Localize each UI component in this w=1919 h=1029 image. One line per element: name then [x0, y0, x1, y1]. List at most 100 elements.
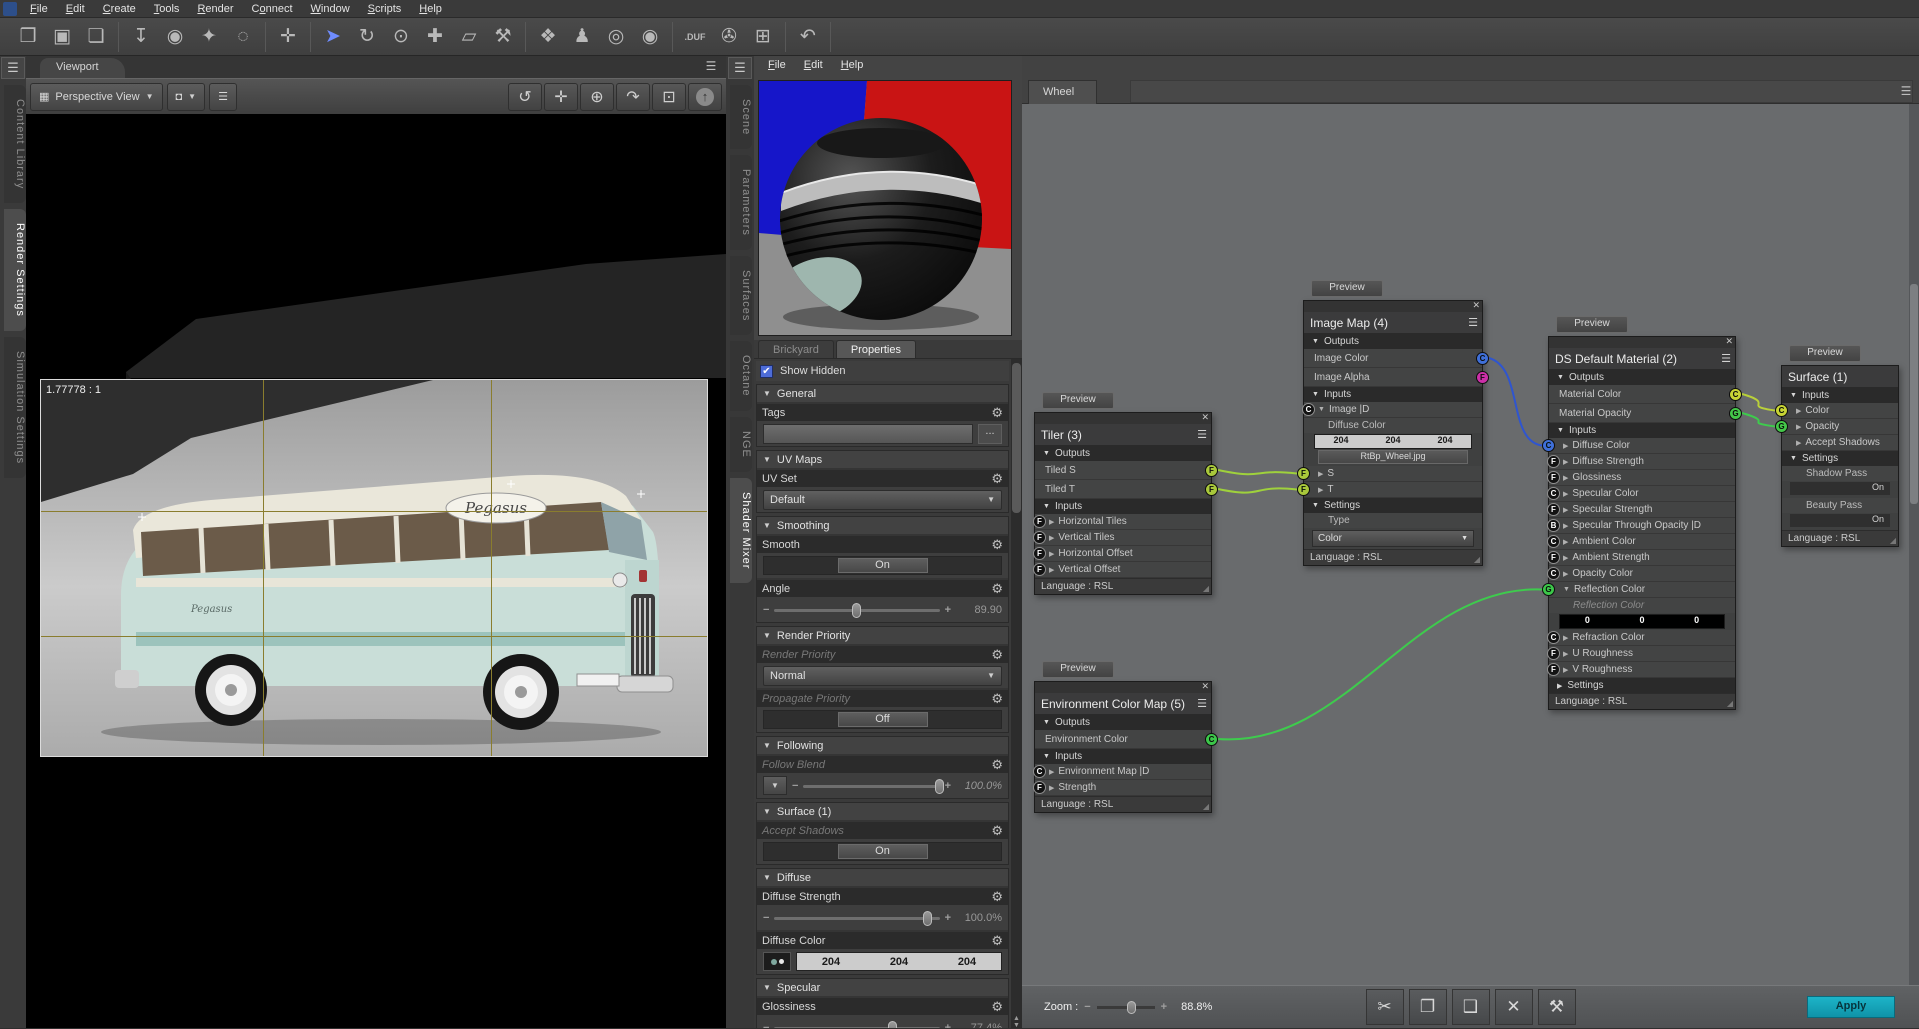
section-header[interactable]: ▼ Smoothing: [757, 517, 1008, 534]
node-menu-icon[interactable]: ☰: [1197, 428, 1207, 441]
node-section-inputs[interactable]: ▼ Inputs: [1035, 499, 1211, 514]
input-connector[interactable]: C: [1033, 765, 1046, 778]
cut-icon[interactable]: ✂: [1365, 989, 1404, 1025]
open-scene-icon[interactable]: ❒: [11, 22, 45, 52]
param-dropdown[interactable]: Normal ▼: [763, 665, 1002, 686]
paste-icon[interactable]: ❑: [1451, 989, 1490, 1025]
gear-icon[interactable]: ⚙: [991, 471, 1003, 487]
scale-tool-icon[interactable]: ▱: [452, 22, 486, 52]
node-title[interactable]: Image Map (4) ☰: [1304, 312, 1482, 334]
input-connector[interactable]: C: [1302, 403, 1315, 416]
node-section-settings[interactable]: ▶ Settings: [1549, 678, 1735, 693]
menu-render[interactable]: Render: [189, 2, 241, 16]
section-header[interactable]: ▼ UV Maps: [757, 451, 1008, 468]
spot-render-tool-icon[interactable]: ◉: [633, 22, 667, 52]
menu-scripts[interactable]: Scripts: [360, 2, 410, 16]
render-icon[interactable]: ✇: [712, 22, 746, 52]
node-section-outputs[interactable]: ▼ Outputs: [1035, 715, 1211, 730]
viewport-options-icon[interactable]: ☰: [209, 82, 237, 111]
node-preview-button[interactable]: Preview: [1042, 392, 1114, 409]
editor-scrollbar[interactable]: [1909, 104, 1919, 985]
node-surface[interactable]: Surface (1) ▼ Inputs C ▶ Color G ▶ Opacity ▶ Accep…: [1775, 365, 1899, 547]
node-dropdown[interactable]: Color ▼: [1312, 530, 1474, 547]
viewport-canvas[interactable]: 1.77778 : 1 Pegasus Pegasus: [26, 114, 726, 1028]
param-slider[interactable]: [774, 1020, 940, 1028]
menu-connect[interactable]: Connect: [244, 2, 301, 16]
section-header[interactable]: ▼ Surface (1): [757, 803, 1008, 820]
resize-grip-icon[interactable]: ◢: [1890, 536, 1896, 545]
slider-thumb[interactable]: [934, 778, 944, 794]
menu-file[interactable]: File: [22, 2, 56, 16]
output-connector[interactable]: F: [1205, 482, 1218, 496]
apply-button[interactable]: Apply: [1807, 996, 1895, 1018]
input-connector[interactable]: C: [1547, 487, 1560, 500]
zoom-slider[interactable]: [1096, 1001, 1155, 1014]
param-slider[interactable]: [774, 910, 940, 926]
active-pose-tool-icon[interactable]: ⊙: [384, 22, 418, 52]
color-swatch[interactable]: 204 204 204: [796, 952, 1002, 971]
node-section-outputs[interactable]: ▼ Outputs: [1304, 334, 1482, 349]
close-icon[interactable]: ✕: [1201, 412, 1209, 423]
output-connector[interactable]: G: [1729, 406, 1742, 420]
gear-icon[interactable]: ⚙: [991, 757, 1003, 773]
dock-tab-surfaces[interactable]: Surfaces: [730, 256, 752, 336]
node-color-swatch[interactable]: 0 0 0: [1559, 614, 1725, 629]
slider-thumb[interactable]: [852, 602, 861, 618]
slider-minus[interactable]: −: [763, 1022, 769, 1029]
figure-selection-tool-icon[interactable]: ♟: [565, 22, 599, 52]
input-connector[interactable]: C: [1547, 631, 1560, 644]
node-title[interactable]: Environment Color Map (5) ☰: [1035, 693, 1211, 715]
render-new-window-icon[interactable]: ⊞: [746, 22, 780, 52]
param-slider[interactable]: [774, 602, 940, 618]
node-section-outputs[interactable]: ▼ Outputs: [1549, 370, 1735, 385]
texture-map-icon[interactable]: [763, 952, 791, 971]
copy-icon[interactable]: ❐: [1408, 989, 1447, 1025]
view-selector-dropdown[interactable]: ▦ Perspective View ▼: [30, 82, 163, 111]
node-title[interactable]: DS Default Material (2) ☰: [1549, 348, 1735, 370]
input-connector[interactable]: F: [1297, 483, 1310, 496]
resize-grip-icon[interactable]: ◢: [1727, 699, 1733, 708]
slider-thumb[interactable]: [888, 1020, 898, 1028]
import-file-icon[interactable]: ↧: [124, 22, 158, 52]
gear-icon[interactable]: ⚙: [991, 647, 1003, 663]
joint-editor-tool-icon[interactable]: ⚒: [486, 22, 520, 52]
node-menu-icon[interactable]: ☰: [1468, 316, 1478, 329]
zoom-icon[interactable]: ⊕: [580, 82, 614, 111]
node-menu-icon[interactable]: ☰: [1721, 352, 1731, 365]
resize-grip-icon[interactable]: ◢: [1203, 802, 1209, 811]
node-section-outputs[interactable]: ▼ Outputs: [1035, 446, 1211, 461]
slider-minus[interactable]: −: [763, 604, 769, 616]
dock-tab-octane[interactable]: Octane: [730, 341, 752, 411]
sidebar-tab-simulation-settings[interactable]: Simulation Settings: [4, 337, 26, 479]
node-toggle[interactable]: On: [1790, 482, 1890, 495]
slider-plus[interactable]: +: [945, 604, 951, 616]
param-dropdown-button[interactable]: ▼: [763, 776, 787, 795]
input-connector[interactable]: F: [1547, 503, 1560, 516]
dock-tab-shader-mixer[interactable]: Shader Mixer: [730, 477, 752, 584]
section-header[interactable]: ▼ General: [757, 385, 1008, 402]
output-connector[interactable]: F: [1205, 463, 1218, 477]
camera-options-dropdown[interactable]: ◘ ▼: [166, 82, 206, 111]
show-hidden-checkbox[interactable]: ✔: [760, 364, 773, 378]
node-section-inputs[interactable]: ▼ Inputs: [1782, 388, 1898, 403]
gear-icon[interactable]: ⚙: [991, 405, 1003, 421]
menu-window[interactable]: Window: [303, 2, 358, 16]
slider-thumb[interactable]: [923, 910, 932, 926]
input-connector[interactable]: G: [1542, 583, 1555, 596]
pan-icon[interactable]: ✛: [544, 82, 578, 111]
dock-tab-parameters[interactable]: Parameters: [730, 155, 752, 251]
input-connector[interactable]: C: [1775, 404, 1788, 417]
node-preview-button[interactable]: Preview: [1311, 280, 1383, 297]
dock-tab-nge[interactable]: NGE: [730, 416, 752, 472]
toggle-button[interactable]: On: [837, 844, 928, 859]
orbit-icon[interactable]: ↺: [508, 82, 542, 111]
node-title[interactable]: Tiler (3) ☰: [1035, 424, 1211, 446]
toggle-button[interactable]: On: [837, 558, 928, 573]
sidebar-tab-render-settings[interactable]: Render Settings: [4, 209, 26, 332]
node-dsmat[interactable]: ✕ DS Default Material (2) ☰ ▼ Outputs Materia…: [1542, 336, 1742, 710]
close-icon[interactable]: ✕: [1201, 681, 1209, 692]
output-connector[interactable]: F: [1476, 370, 1489, 384]
node-preview-button[interactable]: Preview: [1556, 316, 1628, 333]
input-connector[interactable]: F: [1033, 547, 1046, 560]
new-scene-icon[interactable]: ❏: [79, 22, 113, 52]
